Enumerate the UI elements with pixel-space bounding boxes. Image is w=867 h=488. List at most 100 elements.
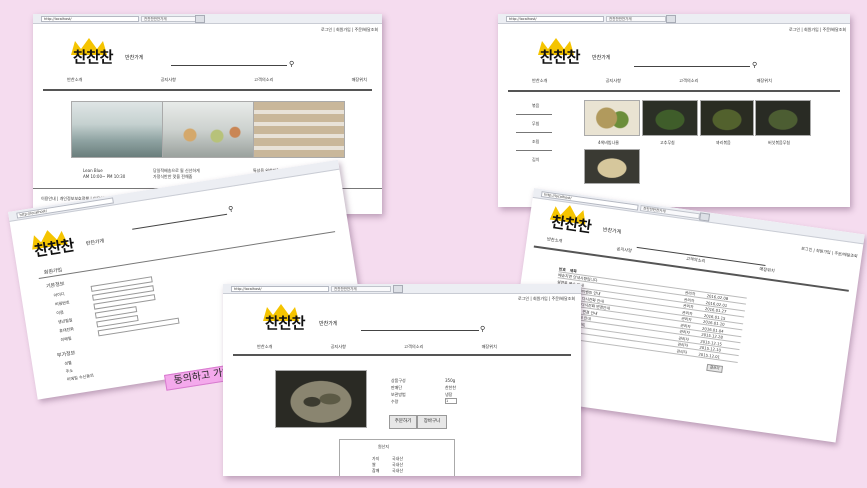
- address-bar[interactable]: http://localhost/: [506, 16, 604, 22]
- write-button[interactable]: 글쓰기: [706, 363, 724, 373]
- menu-item-location[interactable]: 매장위치: [482, 344, 497, 350]
- menu-item-voice[interactable]: 고객의소리: [404, 344, 423, 350]
- category-divider: [516, 150, 552, 151]
- product-thumb[interactable]: [755, 100, 811, 136]
- spec-value: 찬찬찬: [445, 385, 457, 390]
- search-input[interactable]: [171, 61, 287, 66]
- menu-item-notice[interactable]: 공지사항: [331, 344, 346, 350]
- product-thumb[interactable]: [584, 149, 640, 184]
- row-author: 관리자: [677, 341, 689, 348]
- menu-item-voice[interactable]: 고객의소리: [254, 77, 273, 83]
- notice-item-2[interactable]: 가정식반찬 맛을 전해줌: [153, 174, 192, 180]
- top-links[interactable]: 로그인 | 회원가입 | 주문/배달조회: [789, 27, 846, 33]
- menu-item-intro[interactable]: 반찬소개: [257, 344, 272, 350]
- product-name[interactable]: 꽈리볶음: [716, 140, 731, 146]
- main-menu: 반찬소개 공지사항 고객의소리 매장위치: [532, 78, 772, 84]
- menu-item-voice[interactable]: 고객의소리: [686, 256, 706, 265]
- category-divider: [516, 114, 552, 115]
- window-button[interactable]: [195, 15, 205, 23]
- search-icon[interactable]: ⚲: [480, 326, 485, 333]
- search-input[interactable]: [131, 209, 228, 230]
- origin-item: 참깨: [372, 468, 380, 473]
- column-header: 제목: [569, 267, 578, 274]
- row-author: 관리자: [676, 347, 688, 355]
- product-thumb[interactable]: [642, 100, 698, 136]
- top-links[interactable]: 로그인 | 회원가입 | 주문/배달조회: [518, 296, 575, 302]
- menu-item-intro[interactable]: 반찬소개: [67, 77, 82, 83]
- menu-item-notice[interactable]: 공지사항: [616, 246, 632, 254]
- category-braised[interactable]: 조림: [532, 139, 539, 145]
- spec-value: 350g: [445, 378, 456, 383]
- menu-item-location[interactable]: 매장위치: [352, 77, 367, 83]
- search-icon[interactable]: ⚲: [289, 61, 294, 68]
- menu-item-intro[interactable]: 반찬소개: [532, 78, 547, 84]
- origin-title: 원산지: [378, 444, 390, 449]
- row-author: 관리자: [680, 322, 692, 329]
- menu-item-location[interactable]: 매장위치: [757, 78, 772, 84]
- section-extra: 부가정보: [56, 350, 76, 360]
- order-button[interactable]: 주문하기: [389, 415, 417, 429]
- menu-item-location[interactable]: 매장위치: [759, 266, 775, 274]
- search-icon[interactable]: ⚲: [228, 205, 234, 214]
- top-links[interactable]: 로그인 | 회원가입 | 주문/배달조회: [321, 27, 378, 33]
- product-name[interactable]: 버섯볶음무침: [768, 140, 790, 146]
- logo-subtitle: 반찬가게: [592, 55, 611, 61]
- search-input[interactable]: [361, 326, 479, 331]
- origin-box: 원산지 가지 국내산 쌀 국내산 참깨 국내산: [339, 439, 455, 476]
- product-thumb[interactable]: [700, 100, 754, 136]
- site-logo[interactable]: 찬찬찬 반찬가게: [69, 38, 149, 68]
- browser-toolbar: http://localhost/ 찬찬찬반찬가게: [33, 14, 382, 24]
- browser-tab[interactable]: 찬찬찬반찬가게: [606, 16, 666, 22]
- product-name[interactable]: 고추무침: [660, 140, 675, 146]
- collage-canvas: http://localhost/ 찬찬찬반찬가게 로그인 | 회원가입 | 주…: [0, 0, 867, 488]
- site-logo[interactable]: 찬찬찬 반찬가게: [536, 38, 616, 68]
- top-links[interactable]: 로그인 | 회원가입 | 주문/배달조회: [801, 246, 858, 260]
- logo-subtitle: 반찬가게: [602, 227, 622, 236]
- row-author: 관리자: [683, 296, 695, 303]
- browser-tab[interactable]: 찬찬찬반찬가게: [141, 16, 201, 22]
- product-name[interactable]: 4색비빔나물: [598, 140, 619, 146]
- main-menu: 반찬소개 공지사항 고객의소리 매장위치: [67, 77, 367, 83]
- menu-item-intro[interactable]: 반찬소개: [547, 236, 563, 244]
- spec-label: 보관방법: [391, 392, 406, 397]
- quantity-select[interactable]: 1: [445, 398, 457, 404]
- menu-item-notice[interactable]: 공지사항: [161, 77, 176, 83]
- address-bar[interactable]: http://localhost/: [41, 16, 139, 22]
- row-author: 관리자: [681, 309, 693, 316]
- logo-text: 찬찬찬: [265, 314, 305, 332]
- address-bar[interactable]: http://localhost/: [231, 286, 329, 292]
- store-photo-1: [71, 101, 163, 158]
- field-label: 비밀번호: [54, 299, 70, 307]
- origin-value: 국내산: [392, 468, 404, 473]
- row-author: 관리자: [679, 328, 691, 336]
- section-basic: 기본정보: [45, 281, 65, 290]
- field-label: 이메일: [60, 335, 72, 343]
- browser-tab[interactable]: 찬찬찬반찬가게: [639, 205, 701, 220]
- screenshot-menu: http://localhost/ 찬찬찬반찬가게 로그인 | 회원가입 | 주…: [498, 14, 850, 207]
- field-label: 아이디: [53, 291, 65, 298]
- store-info-2: AM 10:00~ PM 10:30: [83, 174, 126, 179]
- extra-label: 주소: [65, 367, 74, 374]
- browser-tab[interactable]: 찬찬찬반찬가게: [331, 286, 391, 292]
- product-thumb[interactable]: [584, 100, 640, 136]
- window-button[interactable]: [699, 212, 711, 222]
- window-button[interactable]: [666, 15, 676, 23]
- category-kimchi[interactable]: 김치: [532, 157, 539, 163]
- row-author: 관리자: [678, 335, 690, 342]
- browser-toolbar: http://localhost/ 찬찬찬반찬가게: [498, 14, 850, 24]
- field-label: 생년월일: [57, 317, 73, 325]
- window-button[interactable]: [393, 285, 403, 293]
- menu-item-notice[interactable]: 공지사항: [606, 78, 621, 84]
- row-author: 관리자: [684, 290, 696, 297]
- store-photo-2: [162, 101, 254, 158]
- menu-item-voice[interactable]: 고객의소리: [679, 78, 698, 84]
- category-stir-fry[interactable]: 볶음: [532, 103, 539, 109]
- search-icon[interactable]: ⚲: [752, 62, 757, 69]
- category-seasoned[interactable]: 무침: [532, 121, 539, 127]
- cart-button[interactable]: 장바구니: [417, 415, 447, 429]
- site-logo[interactable]: 찬찬찬 반찬가게: [261, 304, 341, 334]
- logo-text: 찬찬찬: [540, 48, 580, 66]
- site-logo[interactable]: 찬찬찬 반찬가게: [28, 221, 112, 263]
- search-input[interactable]: [634, 62, 750, 67]
- spec-label: 판매단: [391, 385, 403, 390]
